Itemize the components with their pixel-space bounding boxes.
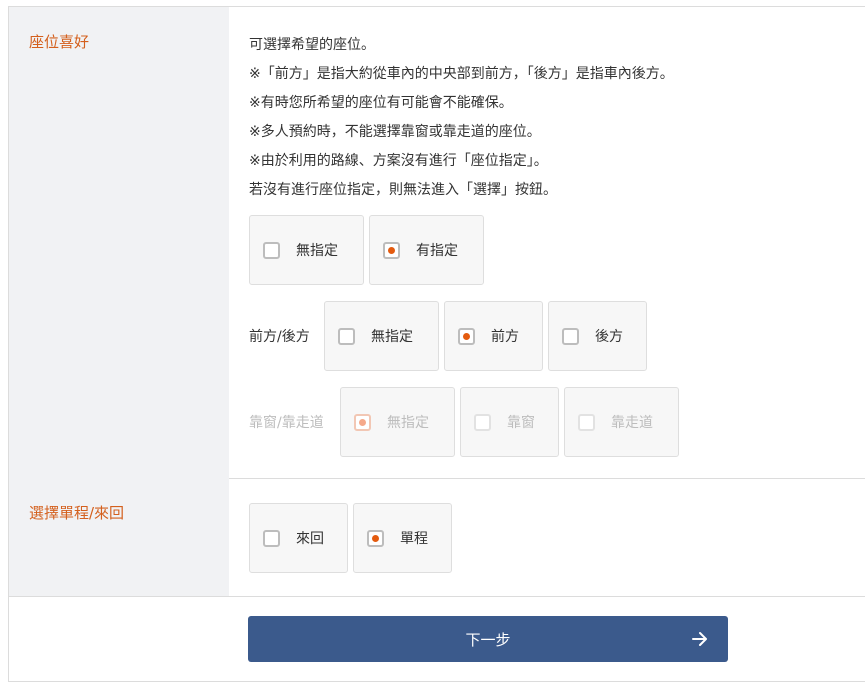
description-line: 若沒有進行座位指定，則無法進入「選擇」按鈕。	[249, 182, 557, 198]
reservation-form: 座位喜好 可選擇希望的座位。 ※「前方」是指大約從車內的中央部到前方，「後方」是…	[8, 6, 865, 682]
radio-checked-icon	[458, 327, 475, 345]
description-line: ※由於利用的路線、方案沒有進行「座位指定」。	[249, 153, 548, 169]
option-label: 單程	[400, 531, 428, 547]
seat-preference-content: 可選擇希望的座位。 ※「前方」是指大約從車內的中央部到前方，「後方」是指車內後方…	[229, 7, 865, 478]
option-label: 有指定	[416, 243, 458, 259]
front-back-option-back[interactable]: 後方	[548, 301, 647, 371]
option-label: 來回	[296, 531, 324, 547]
description-line: ※多人預約時，不能選擇靠窗或靠走道的座位。	[249, 124, 541, 140]
description-line: 可選擇希望的座位。	[249, 37, 375, 53]
seat-preference-description: 可選擇希望的座位。 ※「前方」是指大約從車內的中央部到前方，「後方」是指車內後方…	[249, 31, 674, 205]
description-line: ※有時您所希望的座位有可能會不能確保。	[249, 95, 513, 111]
option-label: 無指定	[387, 415, 429, 431]
option-label: 靠走道	[611, 415, 653, 431]
radio-icon	[578, 413, 595, 431]
front-back-option-none[interactable]: 無指定	[324, 301, 439, 371]
option-label: 無指定	[371, 329, 413, 345]
description-line: ※「前方」是指大約從車內的中央部到前方，「後方」是指車內後方。	[249, 66, 674, 82]
window-aisle-label: 靠窗/靠走道	[249, 415, 324, 431]
option-label: 靠窗	[507, 415, 535, 431]
trip-type-label: 選擇單程/來回	[29, 504, 125, 522]
trip-type-option-oneway[interactable]: 單程	[353, 503, 452, 573]
arrow-right-icon	[692, 632, 707, 646]
seat-preference-label: 座位喜好	[29, 33, 90, 51]
radio-checked-icon	[383, 241, 400, 259]
window-aisle-option-aisle: 靠走道	[564, 387, 679, 457]
designation-option-specified[interactable]: 有指定	[369, 215, 484, 285]
trip-type-content: 來回 單程	[229, 478, 865, 596]
window-aisle-option-window: 靠窗	[460, 387, 559, 457]
window-aisle-option-none: 無指定	[340, 387, 455, 457]
action-row: 下一步	[9, 596, 865, 682]
radio-checked-icon	[367, 529, 384, 547]
radio-icon	[474, 413, 491, 431]
trip-type-option-round[interactable]: 來回	[249, 503, 348, 573]
seat-preference-label-cell: 座位喜好	[9, 7, 229, 478]
seat-preference-row: 座位喜好 可選擇希望的座位。 ※「前方」是指大約從車內的中央部到前方，「後方」是…	[9, 7, 865, 479]
front-back-label: 前方/後方	[249, 329, 310, 345]
designation-option-none[interactable]: 無指定	[249, 215, 364, 285]
radio-checked-icon	[354, 413, 371, 431]
next-button[interactable]: 下一步	[248, 616, 728, 662]
next-button-label: 下一步	[465, 630, 511, 649]
option-label: 無指定	[296, 243, 338, 259]
trip-type-row: 選擇單程/來回 來回 單程	[9, 478, 865, 597]
radio-icon	[562, 327, 579, 345]
front-back-option-front[interactable]: 前方	[444, 301, 543, 371]
radio-icon	[338, 327, 355, 345]
radio-icon	[263, 241, 280, 259]
option-label: 前方	[491, 329, 519, 345]
trip-type-label-cell: 選擇單程/來回	[9, 478, 229, 596]
option-label: 後方	[595, 329, 623, 345]
radio-icon	[263, 529, 280, 547]
